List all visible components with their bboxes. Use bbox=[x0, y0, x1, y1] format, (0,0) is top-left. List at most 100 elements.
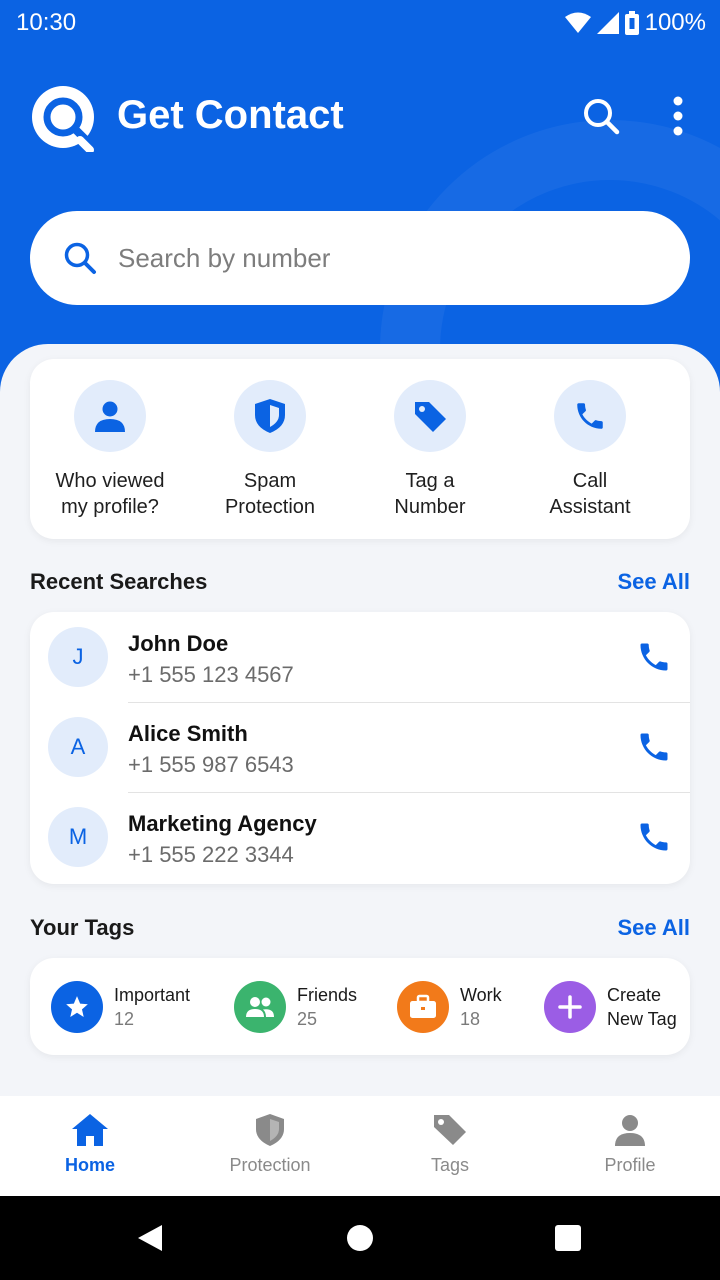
search-icon bbox=[64, 242, 96, 274]
feature-tag-number[interactable]: Tag a Number bbox=[350, 359, 510, 539]
feature-icon-circle bbox=[554, 380, 626, 452]
tag-name: Work bbox=[460, 985, 502, 1005]
signal-icon bbox=[596, 12, 619, 34]
app-logo-icon bbox=[32, 86, 94, 152]
recent-see-all-link[interactable]: See All bbox=[617, 569, 690, 595]
more-vert-icon bbox=[673, 96, 683, 136]
tag-icon bbox=[415, 402, 446, 432]
call-button[interactable] bbox=[632, 635, 676, 679]
plus-icon bbox=[558, 995, 582, 1019]
phone-icon bbox=[640, 733, 668, 761]
list-item[interactable]: A Alice Smith +1 555 987 6543 bbox=[30, 702, 690, 792]
battery-icon bbox=[624, 11, 639, 35]
feature-spam-protection[interactable]: Spam Protection bbox=[190, 359, 350, 539]
feature-shortcuts: Who viewed my profile? Spam Protection T… bbox=[30, 359, 690, 539]
nav-profile[interactable]: Profile bbox=[540, 1096, 720, 1196]
nav-label: Home bbox=[64, 1155, 115, 1175]
tag-name: Friends bbox=[297, 985, 358, 1005]
avatar: A bbox=[48, 717, 108, 777]
feature-icon-circle bbox=[394, 380, 466, 452]
contact-name: Alice Smith bbox=[128, 721, 248, 746]
nav-protection[interactable]: Protection bbox=[180, 1096, 360, 1196]
feature-label: Who viewed my profile? bbox=[55, 470, 165, 518]
star-icon bbox=[66, 996, 88, 1017]
tags-see-all-link[interactable]: See All bbox=[617, 915, 690, 941]
system-recents-button[interactable] bbox=[546, 1216, 590, 1260]
home-icon bbox=[72, 1114, 108, 1146]
feature-label: Call Assistant bbox=[549, 470, 631, 518]
search-bar[interactable] bbox=[30, 211, 690, 305]
recent-searches-list: J John Doe +1 555 123 4567 A Alice Smith… bbox=[30, 612, 690, 884]
call-button[interactable] bbox=[632, 725, 676, 769]
tag-important[interactable]: Important 12 bbox=[51, 980, 190, 1034]
people-icon bbox=[246, 997, 274, 1017]
search-icon bbox=[584, 99, 620, 135]
nav-tags[interactable]: Tags bbox=[360, 1096, 540, 1196]
feature-label: Tag a Number bbox=[394, 470, 466, 518]
shield-icon bbox=[256, 1114, 284, 1146]
contact-name: John Doe bbox=[128, 631, 229, 656]
tag-text: Create New Tag bbox=[607, 983, 677, 1031]
tag-count: 12 bbox=[114, 1009, 135, 1029]
feature-icon-circle bbox=[234, 380, 306, 452]
tag-icon bbox=[434, 1115, 466, 1145]
system-back-button[interactable] bbox=[128, 1216, 172, 1260]
battery-level: 100% bbox=[644, 9, 706, 36]
person-icon bbox=[95, 401, 125, 432]
tag-icon-circle bbox=[234, 981, 286, 1033]
tag-icon-circle bbox=[51, 981, 103, 1033]
nav-label: Tags bbox=[430, 1155, 470, 1175]
phone-icon bbox=[640, 643, 668, 671]
bottom-navigation: Home Protection Tags Profile bbox=[0, 1096, 720, 1196]
contact-phone: +1 555 123 4567 bbox=[128, 662, 294, 687]
tag-subtitle: New Tag bbox=[607, 1009, 677, 1029]
tag-name: Create bbox=[607, 985, 662, 1005]
list-item[interactable]: J John Doe +1 555 123 4567 bbox=[30, 612, 690, 702]
avatar: M bbox=[48, 807, 108, 867]
app-title: Get Contact bbox=[117, 93, 344, 137]
tag-count: 18 bbox=[460, 1009, 481, 1029]
list-item[interactable]: M Marketing Agency +1 555 222 3344 bbox=[30, 792, 690, 882]
status-time: 10:30 bbox=[16, 9, 77, 36]
search-input[interactable] bbox=[118, 242, 638, 274]
back-triangle-icon bbox=[138, 1225, 162, 1251]
tags-card: Important 12 Friends 25 Work 18 Create N… bbox=[30, 958, 690, 1055]
recents-square-icon bbox=[555, 1225, 581, 1251]
nav-label: Protection bbox=[229, 1155, 311, 1175]
phone-icon bbox=[577, 403, 603, 429]
call-button[interactable] bbox=[632, 815, 676, 859]
app-header: 10:30 100% Get Contact bbox=[0, 0, 720, 400]
header-search-button[interactable] bbox=[577, 92, 625, 140]
system-home-button[interactable] bbox=[338, 1216, 382, 1260]
avatar: J bbox=[48, 627, 108, 687]
home-circle-icon bbox=[347, 1225, 373, 1251]
your-tags-title: Your Tags bbox=[30, 915, 135, 940]
phone-icon bbox=[640, 823, 668, 851]
tag-text: Work 18 bbox=[460, 983, 502, 1031]
feature-label: Spam Protection bbox=[224, 470, 316, 518]
briefcase-icon bbox=[410, 994, 436, 1018]
status-bar: 10:30 100% bbox=[0, 0, 720, 48]
nav-home[interactable]: Home bbox=[0, 1096, 180, 1196]
tag-text: Important 12 bbox=[114, 983, 190, 1031]
feature-who-viewed[interactable]: Who viewed my profile? bbox=[30, 359, 190, 539]
feature-icon-circle bbox=[74, 380, 146, 452]
tag-text: Friends 25 bbox=[297, 983, 357, 1031]
nav-label: Profile bbox=[604, 1155, 656, 1175]
contact-name: Marketing Agency bbox=[128, 811, 317, 836]
tag-friends[interactable]: Friends 25 bbox=[234, 980, 357, 1034]
shield-icon bbox=[255, 399, 285, 433]
tag-count: 25 bbox=[297, 1009, 318, 1029]
more-options-button[interactable] bbox=[654, 92, 702, 140]
contact-phone: +1 555 222 3344 bbox=[128, 842, 294, 867]
recent-searches-title: Recent Searches bbox=[30, 569, 208, 594]
person-icon bbox=[615, 1115, 645, 1146]
feature-call-assistant[interactable]: Call Assistant bbox=[510, 359, 670, 539]
system-navigation-bar bbox=[0, 1196, 720, 1280]
contact-phone: +1 555 987 6543 bbox=[128, 752, 294, 777]
create-new-tag-button[interactable]: Create New Tag bbox=[544, 980, 677, 1034]
tag-work[interactable]: Work 18 bbox=[397, 980, 502, 1034]
wifi-icon bbox=[564, 12, 591, 33]
tag-icon-circle bbox=[544, 981, 596, 1033]
status-icons: 100% bbox=[564, 9, 706, 37]
